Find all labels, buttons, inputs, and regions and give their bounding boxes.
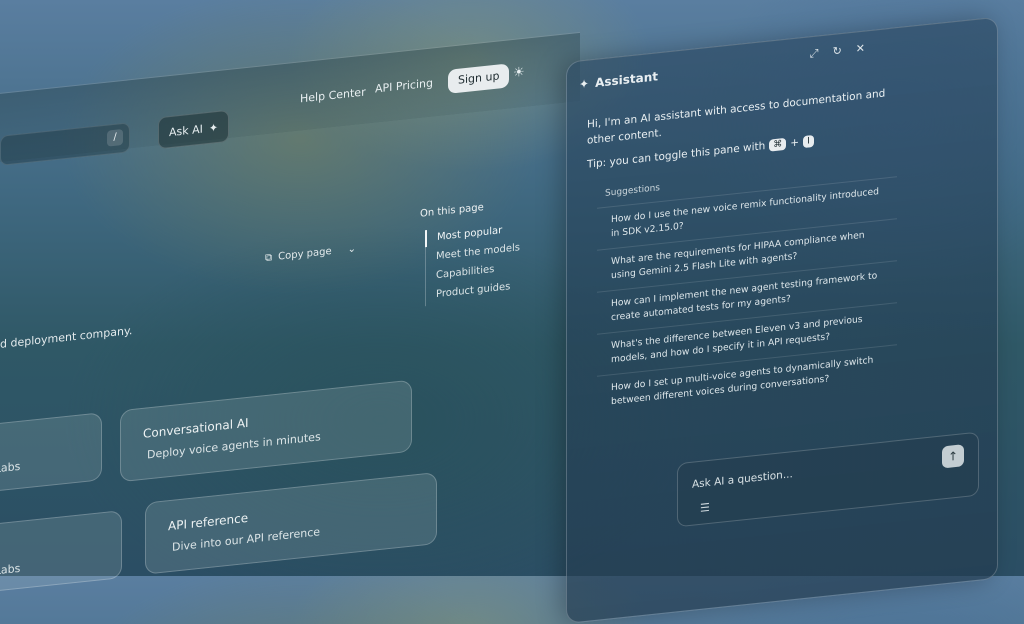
sun-icon[interactable]: ☀ (513, 64, 529, 82)
filter-icon[interactable]: ☰ (700, 501, 710, 515)
copy-icon: ⧉ (265, 252, 273, 265)
nav-link-api-pricing[interactable]: API Pricing (375, 76, 433, 95)
card-partial-2[interactable]: enLabs (0, 510, 122, 595)
ask-ai-button[interactable]: Ask AI ✦ (158, 109, 230, 150)
sparkle-icon: ✦ (579, 76, 590, 92)
assistant-welcome-message: Hi, I'm an AI assistant with access to d… (587, 87, 886, 147)
on-this-page-heading: On this page (420, 202, 484, 220)
send-arrow-icon[interactable]: ↑ (942, 444, 964, 469)
top-navigation: / Ask AI ✦ Help Center API Pricing Sign … (0, 31, 580, 166)
copy-page-label: Copy page (278, 246, 332, 263)
close-icon[interactable]: ✕ (856, 42, 865, 57)
card-title: API reference (168, 510, 249, 534)
expand-icon[interactable]: ⤢ (810, 46, 819, 61)
intro-text: d deployment company. (0, 323, 133, 351)
ask-ai-placeholder: Ask AI a question... (692, 468, 793, 491)
card-conversational-ai[interactable]: Conversational AI Deploy voice agents in… (120, 379, 412, 483)
refresh-icon[interactable]: ↻ (833, 44, 842, 59)
search-shortcut-key: / (107, 128, 123, 147)
sign-up-button[interactable]: Sign up (448, 63, 510, 94)
search-input[interactable]: / (0, 122, 130, 166)
card-subtitle: enLabs (0, 561, 21, 579)
chevron-down-icon: ⌄ (347, 243, 357, 256)
command-key: ⌘ (769, 137, 787, 152)
nav-link-help-center[interactable]: Help Center (300, 85, 366, 105)
scene: / Ask AI ✦ Help Center API Pricing Sign … (0, 0, 1024, 624)
assistant-controls: ⤢ ↻ ✕ (810, 42, 865, 62)
ask-ai-label: Ask AI (169, 122, 203, 139)
plus-sign: + (790, 136, 800, 150)
ask-ai-input[interactable]: Ask AI a question... ↑ ☰ (677, 431, 979, 528)
assistant-header: ✦ Assistant (579, 69, 658, 91)
card-api-reference[interactable]: API reference Dive into our API referenc… (145, 471, 437, 575)
sparkle-icon: ✦ (208, 120, 219, 135)
suggestions-label: Suggestions (605, 183, 660, 199)
table-of-contents: Most popular Meet the models Capabilitie… (425, 220, 520, 307)
card-partial-1[interactable]: enLabs (0, 412, 102, 495)
docs-page: / Ask AI ✦ Help Center API Pricing Sign … (0, 30, 600, 595)
copy-page-button[interactable]: ⧉ Copy page ⌄ (265, 243, 356, 264)
assistant-title: Assistant (595, 69, 659, 90)
assistant-panel: ✦ Assistant ⤢ ↻ ✕ Hi, I'm an AI assistan… (566, 16, 998, 624)
slash-key: I (803, 134, 814, 149)
card-title: Conversational AI (143, 415, 249, 441)
card-subtitle: enLabs (0, 459, 21, 477)
